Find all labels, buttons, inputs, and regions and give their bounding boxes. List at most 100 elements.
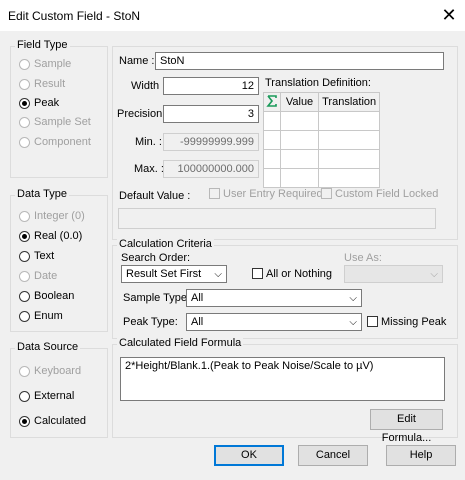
table-row[interactable] — [263, 130, 380, 150]
min-label: Min. : — [135, 136, 162, 148]
radio-label: Sample — [34, 58, 72, 70]
data-type-legend: Data Type — [15, 188, 69, 200]
ok-button[interactable]: OK — [214, 445, 284, 466]
radio-circle — [19, 116, 30, 128]
width-field[interactable]: 12 — [163, 77, 259, 95]
radio-field-type-result[interactable]: Result — [19, 76, 65, 92]
user-entry-required-label: User Entry Required — [223, 188, 323, 200]
custom-field-locked-label: Custom Field Locked — [335, 188, 439, 200]
radio-data-type-real[interactable]: Real (0.0) — [19, 228, 82, 244]
radio-circle — [19, 270, 30, 282]
data-type-group: Data Type Integer (0) Real (0.0) Text Da… — [10, 188, 108, 332]
radio-label: Enum — [34, 310, 63, 322]
max-field[interactable]: 100000000.000 — [163, 160, 259, 178]
chevron-down-icon: ⌵ — [349, 317, 357, 328]
radio-data-type-date[interactable]: Date — [19, 268, 57, 284]
default-value-label: Default Value : — [119, 190, 191, 202]
table-row[interactable] — [263, 168, 380, 188]
formula-group: Calculated Field Formula 2*Height/Blank.… — [112, 337, 458, 444]
max-label: Max. : — [134, 163, 164, 175]
all-or-nothing-label: All or Nothing — [266, 268, 333, 280]
peak-type-label: Peak Type: — [123, 316, 178, 328]
missing-peak-checkbox[interactable] — [367, 316, 378, 327]
sample-type-value: All — [191, 292, 204, 304]
radio-label: Real (0.0) — [34, 230, 83, 242]
column-header-value[interactable]: Value — [279, 92, 320, 112]
cancel-button[interactable]: Cancel — [298, 445, 368, 466]
name-label: Name : — [119, 55, 155, 67]
window-title: Edit Custom Field - StoN — [8, 9, 141, 23]
peak-type-dropdown[interactable]: All ⌵ — [186, 313, 362, 331]
radio-circle — [19, 415, 30, 427]
radio-circle — [19, 97, 30, 109]
table-row[interactable] — [263, 149, 380, 169]
formula-legend: Calculated Field Formula — [117, 337, 244, 349]
missing-peak-label: Missing Peak — [381, 316, 447, 328]
radio-data-type-enum[interactable]: Enum — [19, 308, 63, 324]
default-value-field[interactable] — [118, 208, 436, 229]
use-as-label: Use As: — [344, 252, 382, 264]
peak-type-value: All — [191, 316, 204, 328]
field-type-group: Field Type Sample Result Peak Sample Set… — [10, 39, 108, 178]
radio-circle — [19, 78, 30, 90]
properties-group: Name : StoN Width : 12 Precision : 3 Min… — [112, 46, 458, 240]
radio-circle — [19, 136, 30, 148]
calculation-criteria-group: Calculation Criteria Search Order: Resul… — [112, 238, 458, 339]
radio-field-type-component[interactable]: Component — [19, 134, 91, 150]
radio-label: Calculated — [34, 415, 86, 427]
radio-circle — [19, 365, 30, 377]
radio-circle — [19, 58, 30, 70]
dialog-body: Field Type Sample Result Peak Sample Set… — [0, 31, 465, 480]
sample-type-label: Sample Type: — [123, 292, 191, 304]
formula-text-area[interactable]: 2*Height/Blank.1.(Peak to Peak Noise/Sca… — [120, 357, 445, 401]
user-entry-required-checkbox[interactable] — [209, 188, 220, 199]
data-source-group: Data Source Keyboard External Calculated — [10, 341, 108, 438]
radio-data-type-boolean[interactable]: Boolean — [19, 288, 74, 304]
precision-label: Precision : — [117, 108, 169, 120]
radio-label: Date — [34, 270, 58, 282]
radio-label: Component — [34, 136, 91, 148]
radio-label: Peak — [34, 97, 60, 109]
radio-label: Sample Set — [34, 116, 91, 128]
table-row[interactable] — [263, 111, 380, 131]
search-order-dropdown[interactable]: Result Set First ⌵ — [121, 265, 227, 283]
sample-type-dropdown[interactable]: All ⌵ — [186, 289, 362, 307]
radio-circle — [19, 310, 30, 322]
precision-field[interactable]: 3 — [163, 105, 259, 123]
use-as-dropdown[interactable]: ⌵ — [344, 265, 443, 283]
translation-table[interactable]: Value Translation — [263, 92, 380, 188]
radio-circle — [19, 250, 30, 262]
radio-circle — [19, 210, 30, 222]
radio-label: Result — [34, 78, 66, 90]
custom-field-locked-checkbox[interactable] — [321, 188, 332, 199]
help-button[interactable]: Help — [386, 445, 456, 466]
edit-formula-button[interactable]: Edit Formula... — [370, 409, 443, 444]
radio-data-source-external[interactable]: External — [19, 388, 74, 404]
all-or-nothing-checkbox[interactable] — [252, 268, 263, 279]
radio-label: Boolean — [34, 290, 75, 302]
calculation-criteria-legend: Calculation Criteria — [117, 238, 214, 250]
data-source-legend: Data Source — [15, 341, 81, 353]
radio-circle — [19, 230, 30, 242]
radio-data-type-text[interactable]: Text — [19, 248, 54, 264]
close-icon[interactable]: ✕ — [438, 4, 460, 26]
radio-data-source-keyboard[interactable]: Keyboard — [19, 363, 81, 379]
chevron-down-icon: ⌵ — [349, 293, 357, 304]
title-bar: Edit Custom Field - StoN ✕ — [0, 0, 465, 31]
chevron-down-icon: ⌵ — [430, 269, 438, 280]
radio-label: External — [34, 390, 75, 402]
radio-label: Integer (0) — [34, 210, 85, 222]
radio-field-type-peak[interactable]: Peak — [19, 95, 59, 111]
min-field[interactable]: -99999999.999 — [163, 133, 259, 151]
chevron-down-icon: ⌵ — [214, 269, 222, 280]
row-selector-cell — [263, 92, 281, 112]
radio-label: Text — [34, 250, 55, 262]
radio-label: Keyboard — [34, 365, 82, 377]
radio-field-type-sample[interactable]: Sample — [19, 56, 71, 72]
radio-circle — [19, 390, 30, 402]
column-header-translation[interactable]: Translation — [318, 92, 380, 112]
radio-data-source-calculated[interactable]: Calculated — [19, 413, 86, 429]
radio-data-type-integer[interactable]: Integer (0) — [19, 208, 85, 224]
radio-field-type-sample-set[interactable]: Sample Set — [19, 114, 91, 130]
name-field[interactable]: StoN — [155, 52, 444, 70]
